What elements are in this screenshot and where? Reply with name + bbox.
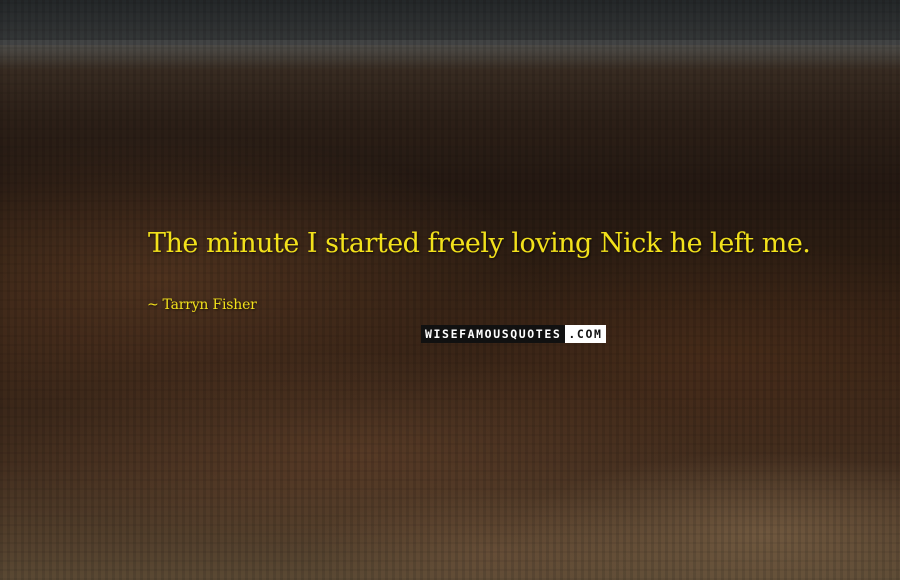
watermark-part2: .COM [565,325,606,343]
author-name: Tarryn Fisher [162,297,257,313]
watermark-part1: WISEFAMOUSQUOTES [421,325,566,343]
quote-text: The minute I started freely loving Nick … [148,228,811,259]
watermark-logo: WISEFAMOUSQUOTES .COM [421,325,606,343]
background-photo: The minute I started freely loving Nick … [0,0,900,580]
author-dash: ~ [147,297,159,313]
dim-overlay [0,0,900,580]
quote-author: ~ Tarryn Fisher [147,297,257,313]
